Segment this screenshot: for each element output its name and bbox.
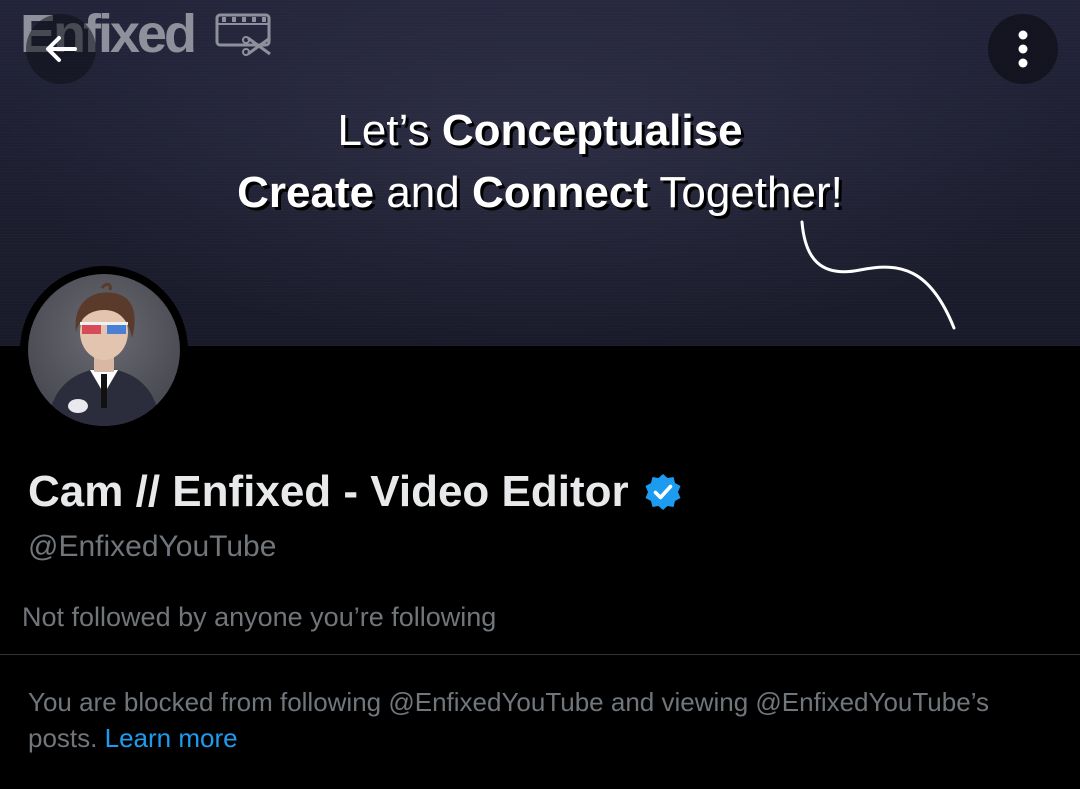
tagline-word: Create xyxy=(237,168,375,217)
display-name: Cam // Enfixed - Video Editor xyxy=(28,467,629,516)
tagline-word: Conceptualise xyxy=(441,106,743,155)
followers-you-know-note: Not followed by anyone you’re following xyxy=(22,602,497,632)
banner-tagline-line2: Create and Connect Together! xyxy=(0,162,1080,224)
tagline-word: Let’s xyxy=(337,106,442,155)
tagline-word: Connect xyxy=(471,168,648,217)
more-vertical-icon xyxy=(1018,30,1028,68)
avatar[interactable] xyxy=(20,266,188,434)
section-divider xyxy=(0,654,1080,655)
arrow-left-icon xyxy=(46,36,77,62)
more-options-button[interactable] xyxy=(988,14,1058,84)
blocked-notice: You are blocked from following @EnfixedY… xyxy=(28,684,1038,756)
profile-name-row: Cam // Enfixed - Video Editor xyxy=(28,464,683,520)
decorative-swoosh xyxy=(800,220,956,330)
film-scissors-icon xyxy=(215,13,271,56)
avatar-image xyxy=(28,274,180,426)
learn-more-link[interactable]: Learn more xyxy=(105,723,238,753)
profile-handle: @EnfixedYouTube xyxy=(28,530,277,563)
verified-badge-icon[interactable] xyxy=(643,472,683,512)
banner-tagline-line1: Let’s Conceptualise xyxy=(0,100,1080,162)
avatar-illustration xyxy=(48,282,160,426)
back-button[interactable] xyxy=(26,14,96,84)
tagline-word: Together! xyxy=(647,168,843,217)
tagline-word: and xyxy=(374,168,472,217)
